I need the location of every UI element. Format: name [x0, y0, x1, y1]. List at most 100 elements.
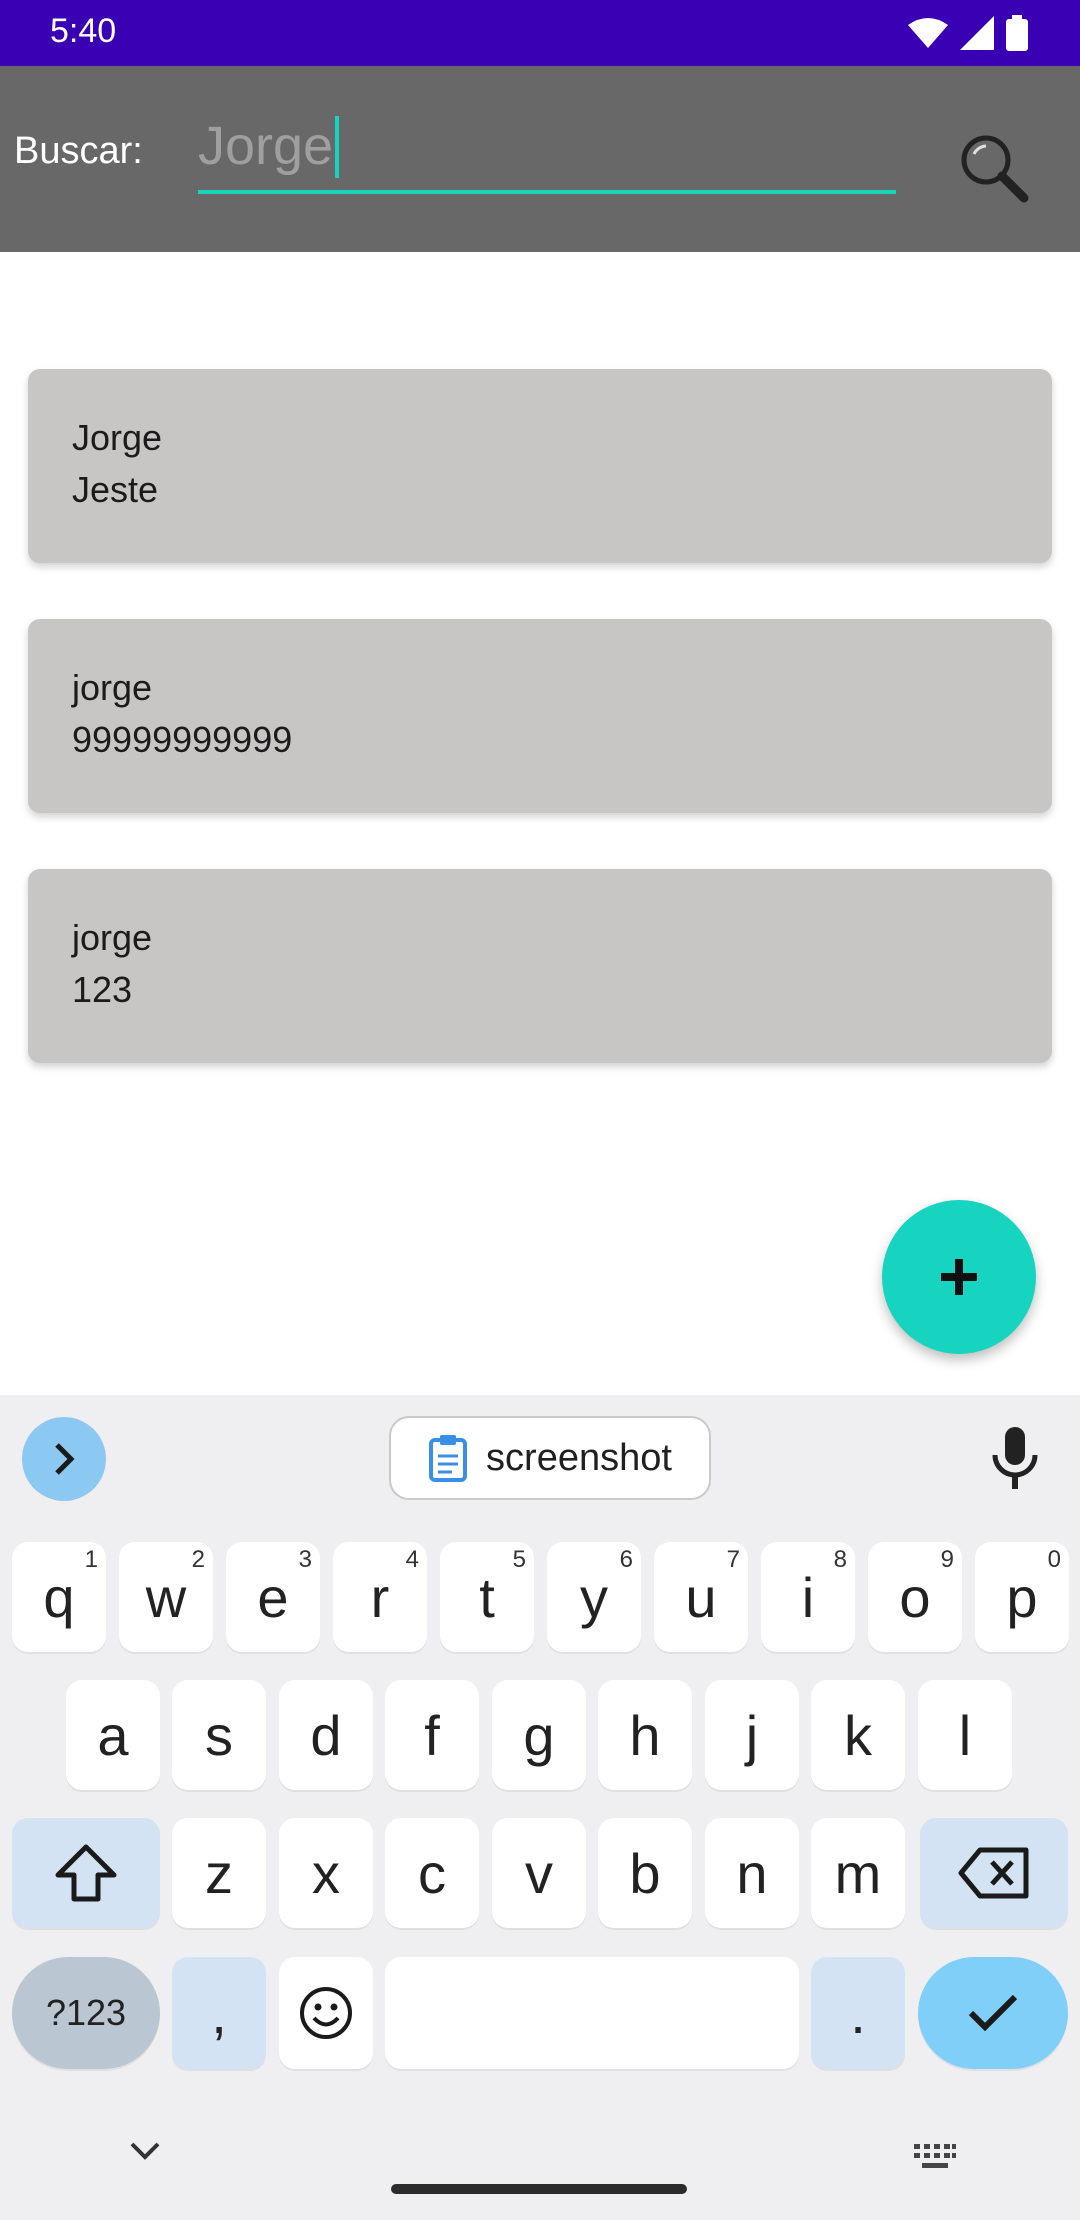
emoji-icon	[300, 1987, 352, 2039]
contact-card[interactable]: Jorge Jeste	[28, 369, 1052, 563]
key-u[interactable]: u7	[654, 1542, 748, 1652]
key-t[interactable]: t5	[440, 1542, 534, 1652]
shift-icon	[55, 1844, 117, 1902]
key-j[interactable]: j	[705, 1680, 799, 1790]
key-k[interactable]: k	[811, 1680, 905, 1790]
key-hint: 1	[84, 1546, 98, 1573]
key-label: j	[745, 1703, 759, 1767]
key-label: u	[685, 1565, 717, 1629]
search-label: Buscar:	[14, 130, 143, 172]
home-gesture-bar[interactable]	[391, 2184, 687, 2194]
text-cursor	[335, 116, 339, 178]
key-label: ,	[211, 1981, 227, 2045]
key-hint: 6	[619, 1546, 633, 1573]
keyboard-icon	[914, 2144, 956, 2168]
key-label: k	[844, 1703, 872, 1767]
key-e[interactable]: e3	[226, 1542, 320, 1652]
search-button[interactable]	[956, 130, 1032, 206]
key-label: q	[43, 1565, 75, 1629]
key-m[interactable]: m	[811, 1818, 905, 1928]
key-s[interactable]: s	[172, 1680, 266, 1790]
key-hint: 4	[405, 1546, 419, 1573]
key-q[interactable]: q1	[12, 1542, 106, 1652]
key-label: x	[312, 1841, 340, 1905]
key-label: o	[899, 1565, 931, 1629]
backspace-icon	[958, 1847, 1029, 1899]
key-label: g	[523, 1703, 555, 1767]
key-f[interactable]: f	[385, 1680, 479, 1790]
contact-card[interactable]: jorge 99999999999	[28, 619, 1052, 813]
emoji-key[interactable]	[279, 1957, 373, 2069]
key-hint: 9	[940, 1546, 954, 1573]
key-v[interactable]: v	[492, 1818, 586, 1928]
search-input-value: Jorge	[198, 116, 334, 176]
key-g[interactable]: g	[492, 1680, 586, 1790]
key-x[interactable]: x	[279, 1818, 373, 1928]
key-label: l	[958, 1703, 972, 1767]
key-label: a	[97, 1703, 129, 1767]
checkmark-icon	[968, 1994, 1018, 2032]
key-p[interactable]: p0	[975, 1542, 1069, 1652]
wifi-icon	[908, 18, 948, 48]
keyboard-switch-button[interactable]	[912, 2142, 958, 2177]
key-label: y	[580, 1565, 608, 1629]
done-key[interactable]	[918, 1957, 1068, 2069]
keyboard-menu-button[interactable]	[22, 1417, 106, 1501]
shift-key[interactable]	[12, 1818, 160, 1928]
key-d[interactable]: d	[279, 1680, 373, 1790]
key-label: .	[850, 1981, 866, 2045]
comma-key[interactable]: ,	[172, 1957, 266, 2069]
key-c[interactable]: c	[385, 1818, 479, 1928]
microphone-icon	[992, 1427, 1038, 1489]
on-screen-keyboard: screenshot q1 w2 e3 r4 t5 y6 u7 i8 o9 p0…	[0, 1395, 1080, 2220]
key-label: d	[310, 1703, 342, 1767]
key-o[interactable]: o9	[868, 1542, 962, 1652]
search-toolbar: Buscar: Jorge	[0, 66, 1080, 252]
key-label: p	[1006, 1565, 1038, 1629]
clipboard-suggestion[interactable]: screenshot	[389, 1416, 711, 1500]
key-label: f	[424, 1703, 440, 1767]
contact-detail: Jeste	[72, 469, 159, 510]
space-key[interactable]	[385, 1957, 799, 2069]
contact-detail: 99999999999	[72, 719, 293, 760]
backspace-key[interactable]	[920, 1818, 1068, 1928]
key-z[interactable]: z	[172, 1818, 266, 1928]
key-l[interactable]: l	[918, 1680, 1012, 1790]
suggestion-text: screenshot	[486, 1436, 672, 1479]
key-y[interactable]: y6	[547, 1542, 641, 1652]
key-label: i	[801, 1565, 815, 1629]
contact-name: jorge	[72, 917, 153, 958]
key-label: r	[370, 1565, 390, 1629]
hide-keyboard-button[interactable]	[128, 2140, 162, 2167]
key-r[interactable]: r4	[333, 1542, 427, 1652]
key-a[interactable]: a	[66, 1680, 160, 1790]
key-label: z	[205, 1841, 233, 1905]
clipboard-icon	[429, 1435, 468, 1482]
key-label: s	[205, 1703, 233, 1767]
status-icons	[908, 14, 1028, 52]
period-key[interactable]: .	[811, 1957, 905, 2069]
signal-icon	[960, 16, 994, 50]
key-i[interactable]: i8	[761, 1542, 855, 1652]
key-hint: 0	[1047, 1546, 1061, 1573]
key-label: e	[257, 1565, 289, 1629]
symbols-key[interactable]: ?123	[12, 1957, 160, 2069]
chevron-down-icon	[130, 2142, 160, 2160]
key-label: ?123	[45, 1992, 127, 2033]
search-input[interactable]: Jorge	[198, 106, 896, 194]
key-label: v	[525, 1841, 553, 1905]
key-w[interactable]: w2	[119, 1542, 213, 1652]
key-label: b	[629, 1841, 661, 1905]
key-b[interactable]: b	[598, 1818, 692, 1928]
key-hint: 3	[298, 1546, 312, 1573]
key-h[interactable]: h	[598, 1680, 692, 1790]
key-hint: 7	[726, 1546, 740, 1573]
plus-icon	[941, 1259, 977, 1295]
key-label: c	[418, 1841, 446, 1905]
status-time: 5:40	[50, 12, 117, 50]
contact-name: Jorge	[72, 417, 163, 458]
key-n[interactable]: n	[705, 1818, 799, 1928]
voice-input-button[interactable]	[990, 1427, 1040, 1491]
contact-card[interactable]: jorge 123	[28, 869, 1052, 1063]
add-contact-button[interactable]	[882, 1200, 1036, 1354]
